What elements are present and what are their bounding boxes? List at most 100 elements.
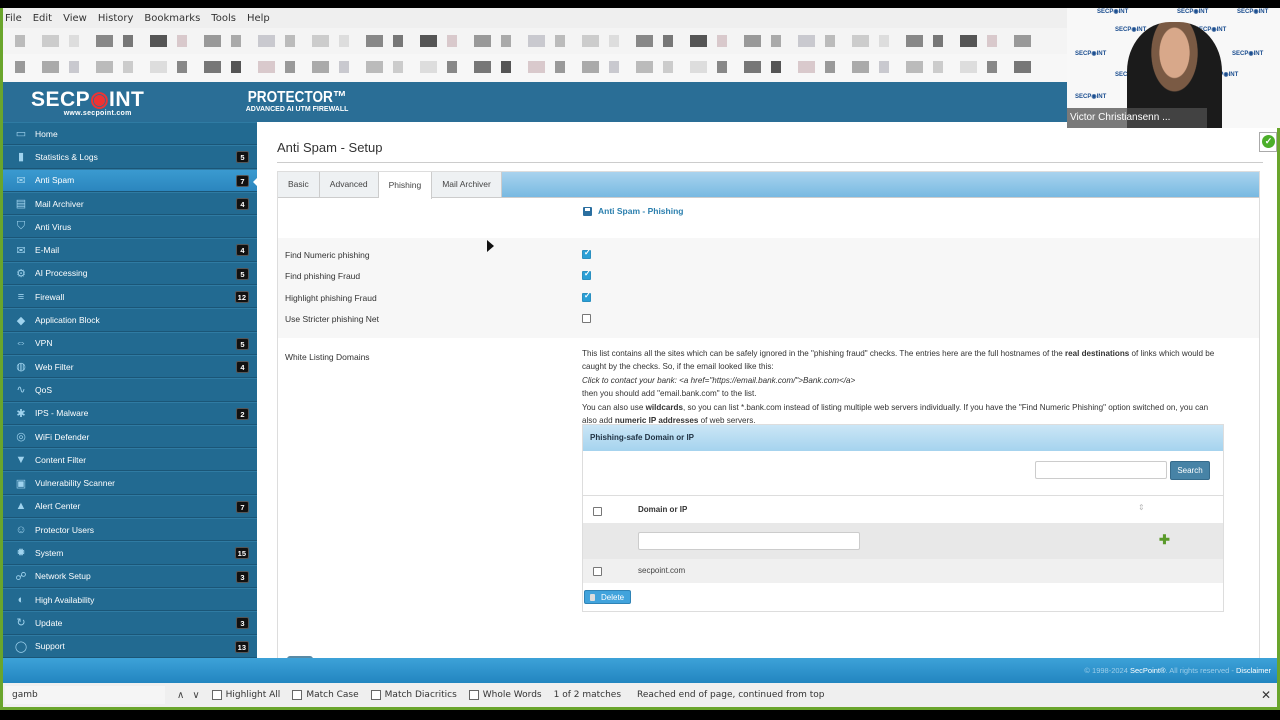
column-header-domain[interactable]: Domain or IP [638, 505, 687, 514]
delete-button[interactable]: Delete [584, 590, 632, 604]
checkbox-box [292, 690, 303, 700]
sidebar-item-label: IPS - Malware [35, 408, 89, 419]
blurred-toolbar-item [42, 61, 59, 73]
menu-view[interactable]: View [63, 13, 87, 24]
sidebar-item-firewall[interactable]: ≡ Firewall 12 [3, 285, 257, 309]
sidebar-item-anti-spam[interactable]: ✉ Anti Spam 7 [3, 168, 258, 192]
sidebar-item-alert-center[interactable]: ▲ Alert Center 7 [3, 494, 257, 519]
brand-link[interactable]: SecPoint® [1130, 666, 1166, 675]
menu-tools[interactable]: Tools [211, 13, 236, 24]
sidebar-item-web-filter[interactable]: ◍ Web Filter 4 [3, 354, 257, 379]
blurred-toolbar-item [852, 61, 869, 73]
nav-icon: ✹ [16, 547, 26, 560]
sidebar-item-ai-processing[interactable]: ⚙ AI Processing 5 [3, 261, 257, 286]
sidebar-item-application-block[interactable]: ◆ Application Block [3, 308, 257, 332]
nav-icon: ∿ [16, 384, 26, 397]
search-button[interactable]: Search [1170, 461, 1210, 480]
desc-text: You can also use [582, 402, 646, 412]
checkbox-box [370, 690, 381, 700]
highlight-phishing-fraud-checkbox[interactable] [582, 291, 591, 302]
sidebar-item-wifi-defender[interactable]: ◎ WiFi Defender [3, 424, 257, 449]
find-input[interactable]: gamb [5, 686, 165, 704]
match-case-checkbox[interactable]: Match Case [292, 690, 359, 700]
blurred-toolbar-item [123, 61, 133, 73]
search-input[interactable] [1035, 461, 1167, 479]
blurred-toolbar-item [231, 35, 241, 47]
sidebar-item-label: Firewall [35, 291, 65, 302]
nav-icon: ▣ [15, 477, 27, 490]
blurred-toolbar-item [285, 35, 295, 47]
sidebar-item-protector-users[interactable]: ☺ Protector Users [3, 518, 257, 542]
sidebar-item-content-filter[interactable]: ▼ Content Filter [3, 448, 257, 472]
tab-advanced[interactable]: Advanced [319, 172, 379, 197]
menu-history[interactable]: History [98, 13, 134, 24]
blurred-toolbar-item [771, 35, 781, 47]
stricter-phishing-net-checkbox[interactable] [582, 314, 591, 323]
blurred-toolbar-item [690, 35, 707, 47]
whitelist-description: This list contains all the sites which c… [582, 347, 1222, 427]
blurred-toolbar-item [879, 61, 889, 73]
nav-icon: ⇔ [15, 337, 27, 350]
select-all-checkbox[interactable] [593, 507, 602, 516]
tab-phishing[interactable]: Phishing [378, 172, 433, 199]
match-diacritics-checkbox[interactable]: Match Diacritics [370, 690, 457, 700]
menu-file[interactable]: File [5, 13, 22, 24]
sidebar-item-anti-virus[interactable]: ⛉ Anti Virus [3, 215, 257, 239]
menu-edit[interactable]: Edit [33, 13, 52, 24]
sidebar-item-high-availability[interactable]: ◐ High Availability [3, 587, 257, 612]
find-next-icon[interactable]: ∨ [192, 690, 199, 701]
sidebar-item-vpn[interactable]: ⇔ VPN 5 [3, 331, 257, 355]
sidebar-item-label: WiFi Defender [35, 431, 90, 442]
find-numeric-phishing-checkbox[interactable] [582, 248, 591, 259]
sidebar-item-system[interactable]: ✹ System 15 [3, 541, 257, 565]
close-icon[interactable]: ✕ [1261, 688, 1271, 702]
add-icon[interactable]: ✚ [1159, 532, 1170, 548]
sidebar-item-home[interactable]: ▭ Home [3, 122, 257, 146]
blurred-toolbar-item [366, 61, 383, 73]
find-previous-icon[interactable]: ∧ [177, 690, 184, 701]
sidebar-item-mail-archiver[interactable]: ▤ Mail Archiver 4 [3, 191, 257, 216]
divider [277, 162, 1263, 163]
secpoint-logo[interactable]: SECP◉INT www.secpoint.com [31, 87, 144, 117]
menu-bookmarks[interactable]: Bookmarks [144, 13, 200, 24]
table-header: Domain or IP ⇕ [583, 495, 1223, 523]
sidebar-item-label: Content Filter [35, 454, 87, 465]
disclaimer-link[interactable]: Disclaimer [1236, 666, 1271, 675]
sidebar-item-network-setup[interactable]: ☍ Network Setup 3 [3, 564, 257, 588]
sidebar-item-ips-malware[interactable]: ✱ IPS - Malware 2 [3, 401, 257, 425]
sidebar-item-vulnerability-scanner[interactable]: ▣ Vulnerability Scanner [3, 471, 257, 495]
sidebar-item-e-mail[interactable]: ✉ E-Mail 4 [3, 238, 257, 262]
row-checkbox[interactable] [593, 567, 602, 576]
new-domain-input[interactable] [638, 532, 860, 550]
sort-icon[interactable]: ⇕ [1138, 503, 1145, 512]
sidebar-item-support[interactable]: ◯ Support 13 [3, 634, 257, 658]
blurred-toolbar-item [582, 35, 599, 47]
match-count: 1 of 2 matches [553, 690, 622, 700]
sidebar-item-statistics-logs[interactable]: ▮ Statistics & Logs 5 [3, 145, 257, 169]
sidebar-item-qos[interactable]: ∿ QoS [3, 378, 257, 402]
blurred-toolbar-item [744, 61, 761, 73]
whole-words-checkbox[interactable]: Whole Words [468, 690, 542, 700]
blurred-toolbar-item [528, 61, 545, 73]
sidebar-item-update[interactable]: ↻ Update 3 [3, 611, 257, 635]
desc-bold: real destinations [1064, 349, 1130, 358]
nav-icon: ▲ [15, 500, 27, 513]
nav-icon: ▭ [15, 128, 27, 141]
nav-icon: ◎ [16, 431, 26, 443]
menu-help[interactable]: Help [247, 13, 270, 24]
tab-bar: Basic Advanced Phishing Mail Archiver [278, 172, 1259, 199]
blurred-toolbar-item [1014, 61, 1031, 73]
nav-icon: ◯ [14, 640, 28, 653]
sidebar-item-label: Application Block [35, 315, 100, 326]
save-icon[interactable] [583, 206, 592, 216]
sidebar-item-label: Alert Center [35, 501, 81, 512]
tab-mail-archiver[interactable]: Mail Archiver [432, 172, 502, 197]
check-icon[interactable] [1259, 132, 1277, 152]
blurred-toolbar-item [258, 35, 275, 47]
find-phishing-fraud-checkbox[interactable] [582, 269, 591, 280]
nav-icon: ◆ [16, 314, 26, 327]
tab-basic[interactable]: Basic [278, 172, 320, 197]
highlight-all-checkbox[interactable]: Highlight All [211, 690, 280, 700]
checkbox-label: Match Diacritics [384, 690, 457, 700]
blurred-toolbar-item [933, 35, 943, 47]
